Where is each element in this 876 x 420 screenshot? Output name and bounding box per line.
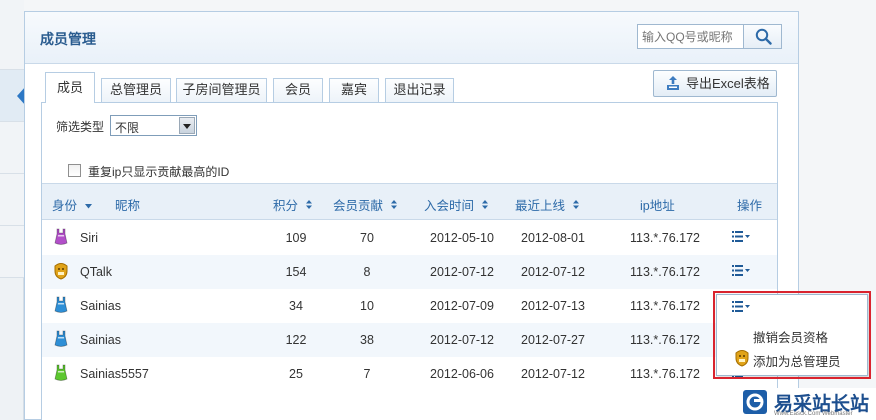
search-input[interactable] xyxy=(638,25,744,48)
gold-admin-icon xyxy=(53,262,69,280)
green-member-icon xyxy=(53,364,69,382)
nickname-cell: Siri xyxy=(80,231,99,245)
caret-down-icon xyxy=(84,204,92,209)
points-cell: 122 xyxy=(285,333,307,347)
left-nav-strip xyxy=(0,0,24,420)
left-nav-item[interactable] xyxy=(0,174,24,226)
nickname-cell: QTalk xyxy=(80,265,112,279)
last-online-cell: 2012-08-01 xyxy=(521,231,585,245)
contribution-cell: 7 xyxy=(363,367,371,381)
points-cell: 34 xyxy=(289,299,303,313)
purple-member-icon xyxy=(53,228,69,246)
watermark: 易采站长站 Www.Easck.Com Webmaster xyxy=(741,388,876,420)
dedupe-label: 重复ip只显示贡献最高的ID xyxy=(88,165,230,179)
search-box xyxy=(637,24,782,49)
table-row: QTalk 154 8 2012-07-12 2012-07-12 113.*.76.17… xyxy=(42,255,777,289)
sort-icon xyxy=(390,200,397,209)
nickname-cell: Sainias xyxy=(80,299,121,313)
left-nav-item[interactable] xyxy=(0,122,24,174)
filter-selected-value: 不限 xyxy=(115,121,140,135)
page-title: 成员管理 xyxy=(40,31,96,47)
tab-chief-admins[interactable]: 总管理员 xyxy=(101,78,171,102)
tab-exit-records[interactable]: 退出记录 xyxy=(385,78,454,102)
column-actions: 操作 xyxy=(737,199,763,213)
column-nickname: 昵称 xyxy=(115,199,141,213)
table-row: Sainias5557 25 7 2012-06-06 2012-07-12 113.*.… xyxy=(42,357,777,391)
blue-member-icon xyxy=(53,330,69,348)
last-online-cell: 2012-07-12 xyxy=(521,265,585,279)
table-row: Sainias 122 38 2012-07-12 2012-07-27 113.*.76… xyxy=(42,323,777,357)
contribution-cell: 70 xyxy=(360,231,374,245)
join-time-cell: 2012-07-09 xyxy=(430,299,494,313)
sort-icon xyxy=(572,200,579,209)
column-contribution[interactable]: 会员贡献 xyxy=(333,195,397,214)
watermark-logo-icon xyxy=(743,390,767,414)
filter-label: 筛选类型 xyxy=(56,120,105,134)
column-last-online[interactable]: 最近上线 xyxy=(515,195,579,214)
table-header: 身份 昵称 积分 会员贡献 入会时间 最近上线 ip地址 操作 xyxy=(42,183,777,220)
last-online-cell: 2012-07-27 xyxy=(521,333,585,347)
left-nav-item[interactable] xyxy=(0,226,24,278)
ip-cell: 113.*.76.172 xyxy=(630,231,700,245)
join-time-cell: 2012-07-12 xyxy=(430,333,494,347)
filter-type-select[interactable]: 不限 xyxy=(110,115,197,136)
column-role[interactable]: 身份 xyxy=(52,195,92,214)
search-icon xyxy=(755,28,772,45)
contribution-cell: 8 xyxy=(363,265,371,279)
panel-header: 成员管理 xyxy=(25,12,798,64)
nickname-cell: Sainias xyxy=(80,333,121,347)
points-cell: 25 xyxy=(289,367,303,381)
export-excel-button[interactable]: 导出Excel表格 xyxy=(653,70,777,97)
points-cell: 154 xyxy=(285,265,307,279)
list-menu-icon[interactable] xyxy=(732,231,750,242)
blue-member-icon xyxy=(53,296,69,314)
points-cell: 109 xyxy=(285,231,307,245)
sort-icon xyxy=(305,200,312,209)
watermark-subtext: Www.Easck.Com Webmaster xyxy=(774,411,853,417)
last-online-cell: 2012-07-12 xyxy=(521,367,585,381)
column-join-time[interactable]: 入会时间 xyxy=(424,195,488,214)
contribution-cell: 38 xyxy=(360,333,374,347)
join-time-cell: 2012-05-10 xyxy=(430,231,494,245)
column-ip: ip地址 xyxy=(640,199,675,213)
nickname-cell: Sainias5557 xyxy=(80,367,149,381)
join-time-cell: 2012-07-12 xyxy=(430,265,494,279)
join-time-cell: 2012-06-06 xyxy=(430,367,494,381)
last-online-cell: 2012-07-13 xyxy=(521,299,585,313)
tab-members[interactable]: 成员 xyxy=(45,72,95,103)
members-content: 筛选类型 不限 重复ip只显示贡献最高的ID 身份 昵称 积分 会员贡献 入会时… xyxy=(41,102,778,420)
tab-guests[interactable]: 嘉宾 xyxy=(329,78,379,102)
table-row: Siri 109 70 2012-05-10 2012-08-01 113.*.76.17… xyxy=(42,221,777,255)
search-button[interactable] xyxy=(743,25,781,48)
highlight-box xyxy=(713,291,871,379)
tab-vip-members[interactable]: 会员 xyxy=(273,78,323,102)
chevron-down-icon[interactable] xyxy=(179,117,195,134)
table-row: Sainias 34 10 2012-07-09 2012-07-13 113.*.76.… xyxy=(42,289,777,323)
dedupe-checkbox[interactable] xyxy=(68,164,81,177)
sort-icon xyxy=(481,200,488,209)
export-icon xyxy=(667,76,679,90)
column-points[interactable]: 积分 xyxy=(273,195,312,214)
list-menu-icon[interactable] xyxy=(732,265,750,276)
ip-cell: 113.*.76.172 xyxy=(630,333,700,347)
contribution-cell: 10 xyxy=(360,299,374,313)
ip-cell: 113.*.76.172 xyxy=(630,265,700,279)
tab-subroom-admins[interactable]: 子房间管理员 xyxy=(176,78,267,102)
ip-cell: 113.*.76.172 xyxy=(630,299,700,313)
ip-cell: 113.*.76.172 xyxy=(630,367,700,381)
export-label: 导出Excel表格 xyxy=(686,76,770,91)
left-nav-item[interactable] xyxy=(0,0,24,70)
member-management-panel: 成员管理 成员 总管理员 子房间管理员 会员 嘉宾 退出记录 导出Excel表格 xyxy=(24,11,799,420)
